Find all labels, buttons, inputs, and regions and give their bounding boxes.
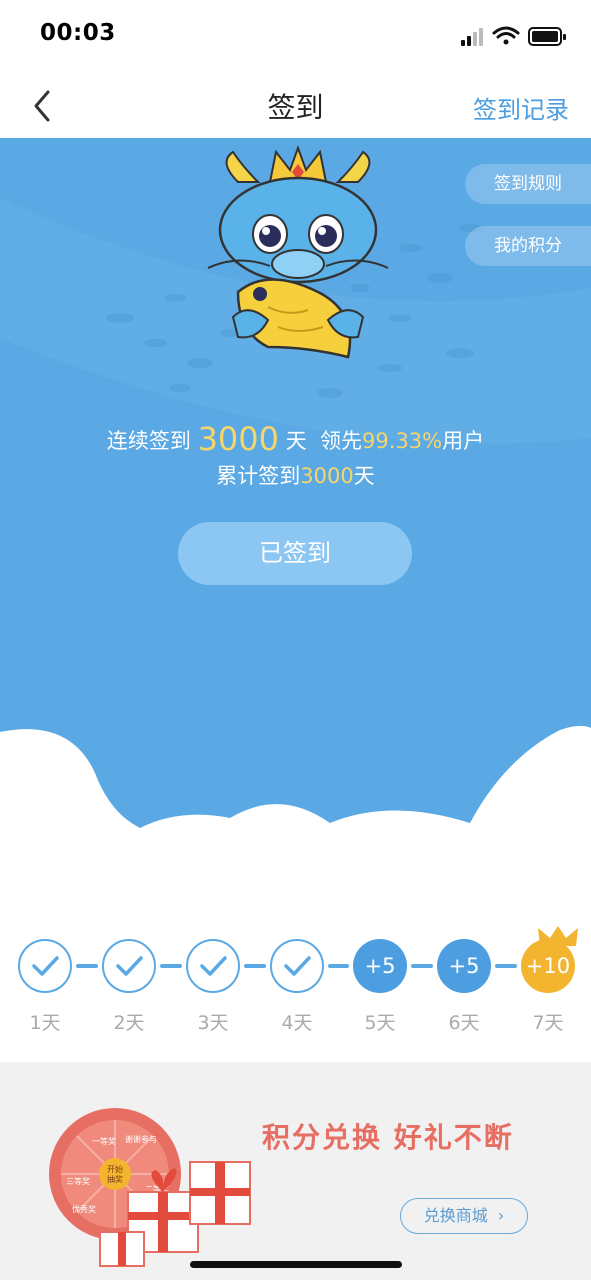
day-3-label: 3天 xyxy=(197,1012,229,1034)
total-checkin-stats: 累计签到3000天 xyxy=(0,460,591,490)
cloud-decoration xyxy=(0,725,591,898)
day-6-circle: +5 xyxy=(437,939,491,993)
svg-text:谢谢参与: 谢谢参与 xyxy=(125,1134,157,1144)
battery-icon xyxy=(528,27,566,46)
hero-panel: 签到规则 我的积分 连续签到 3000 天 领先99.33%用户 累计签到300… xyxy=(0,138,591,898)
day-2-circle xyxy=(102,939,156,993)
check-icon xyxy=(32,956,59,976)
chevron-right-icon: › xyxy=(492,1206,505,1225)
svg-text:优秀奖: 优秀奖 xyxy=(72,1204,96,1214)
day-7-label: 7天 xyxy=(532,1012,564,1034)
day-1-circle xyxy=(18,939,72,993)
day-4-circle xyxy=(270,939,324,993)
points-exchange-banner[interactable]: 开始 抽奖 一等奖 谢谢参与 三等奖 优秀奖 二等奖 积分兑换 好礼不断 兑换商… xyxy=(0,1062,591,1280)
consecutive-prefix: 连续签到 xyxy=(106,429,191,453)
svg-text:一等奖: 一等奖 xyxy=(92,1136,116,1146)
status-icons xyxy=(461,26,566,46)
day-7-reward: +10 xyxy=(525,954,571,978)
exchange-mall-label: 兑换商城 xyxy=(423,1206,488,1225)
wifi-icon xyxy=(492,26,520,45)
cellular-signal-icon xyxy=(461,28,483,46)
day-connector xyxy=(328,964,349,968)
day-1-label: 1天 xyxy=(29,1012,61,1034)
total-unit: 天 xyxy=(353,464,375,488)
day-4-label: 4天 xyxy=(281,1012,313,1034)
consecutive-unit: 天 xyxy=(285,429,307,453)
check-icon xyxy=(284,956,311,976)
svg-text:开始: 开始 xyxy=(107,1164,123,1174)
status-time: 00:03 xyxy=(40,20,116,46)
checkin-record-link[interactable]: 签到记录 xyxy=(473,90,569,125)
consecutive-days-value: 3000 xyxy=(197,420,279,458)
nav-bar: 签到 签到记录 xyxy=(0,72,591,138)
day-connector xyxy=(411,964,433,968)
day-5-reward: +5 xyxy=(364,954,396,978)
consecutive-checkin-stats: 连续签到 3000 天 领先99.33%用户 xyxy=(0,420,591,458)
total-prefix: 累计签到 xyxy=(216,464,301,488)
day-connector xyxy=(76,964,98,968)
day-connector xyxy=(160,964,182,968)
home-indicator[interactable] xyxy=(190,1261,402,1268)
day-6-label: 6天 xyxy=(448,1012,480,1034)
lead-prefix: 领先 xyxy=(320,429,363,453)
day-2-label: 2天 xyxy=(113,1012,145,1034)
check-icon xyxy=(116,956,143,976)
lead-suffix: 用户 xyxy=(442,429,485,453)
svg-text:抽奖: 抽奖 xyxy=(107,1174,123,1184)
day-6-reward: +5 xyxy=(448,954,480,978)
svg-text:三等奖: 三等奖 xyxy=(66,1176,90,1186)
total-days-value: 3000 xyxy=(300,464,354,488)
check-icon xyxy=(200,956,227,976)
weekly-checkin-row: 1天 2天 3天 4天 +5 5天 +5 6天 +10 7天 xyxy=(0,920,591,1040)
status-bar: 00:03 xyxy=(0,0,591,72)
checkin-rules-button[interactable]: 签到规则 xyxy=(465,164,591,204)
exchange-mall-button[interactable]: 兑换商城 › xyxy=(400,1198,528,1234)
day-connector xyxy=(244,964,266,968)
day-connector xyxy=(495,964,517,968)
dragon-mascot-icon xyxy=(207,145,389,359)
my-points-button[interactable]: 我的积分 xyxy=(465,226,591,266)
promo-title: 积分兑换 好礼不断 xyxy=(262,1121,514,1154)
day-5-circle: +5 xyxy=(353,939,407,993)
crown-icon xyxy=(538,926,578,946)
day-5-label: 5天 xyxy=(364,1012,396,1034)
prize-wheel-gift-illustration: 开始 抽奖 一等奖 谢谢参与 三等奖 优秀奖 二等奖 xyxy=(49,1108,251,1267)
day-3-circle xyxy=(186,939,240,993)
lead-percent-value: 99.33% xyxy=(362,429,443,453)
checked-in-button[interactable]: 已签到 xyxy=(178,522,412,585)
